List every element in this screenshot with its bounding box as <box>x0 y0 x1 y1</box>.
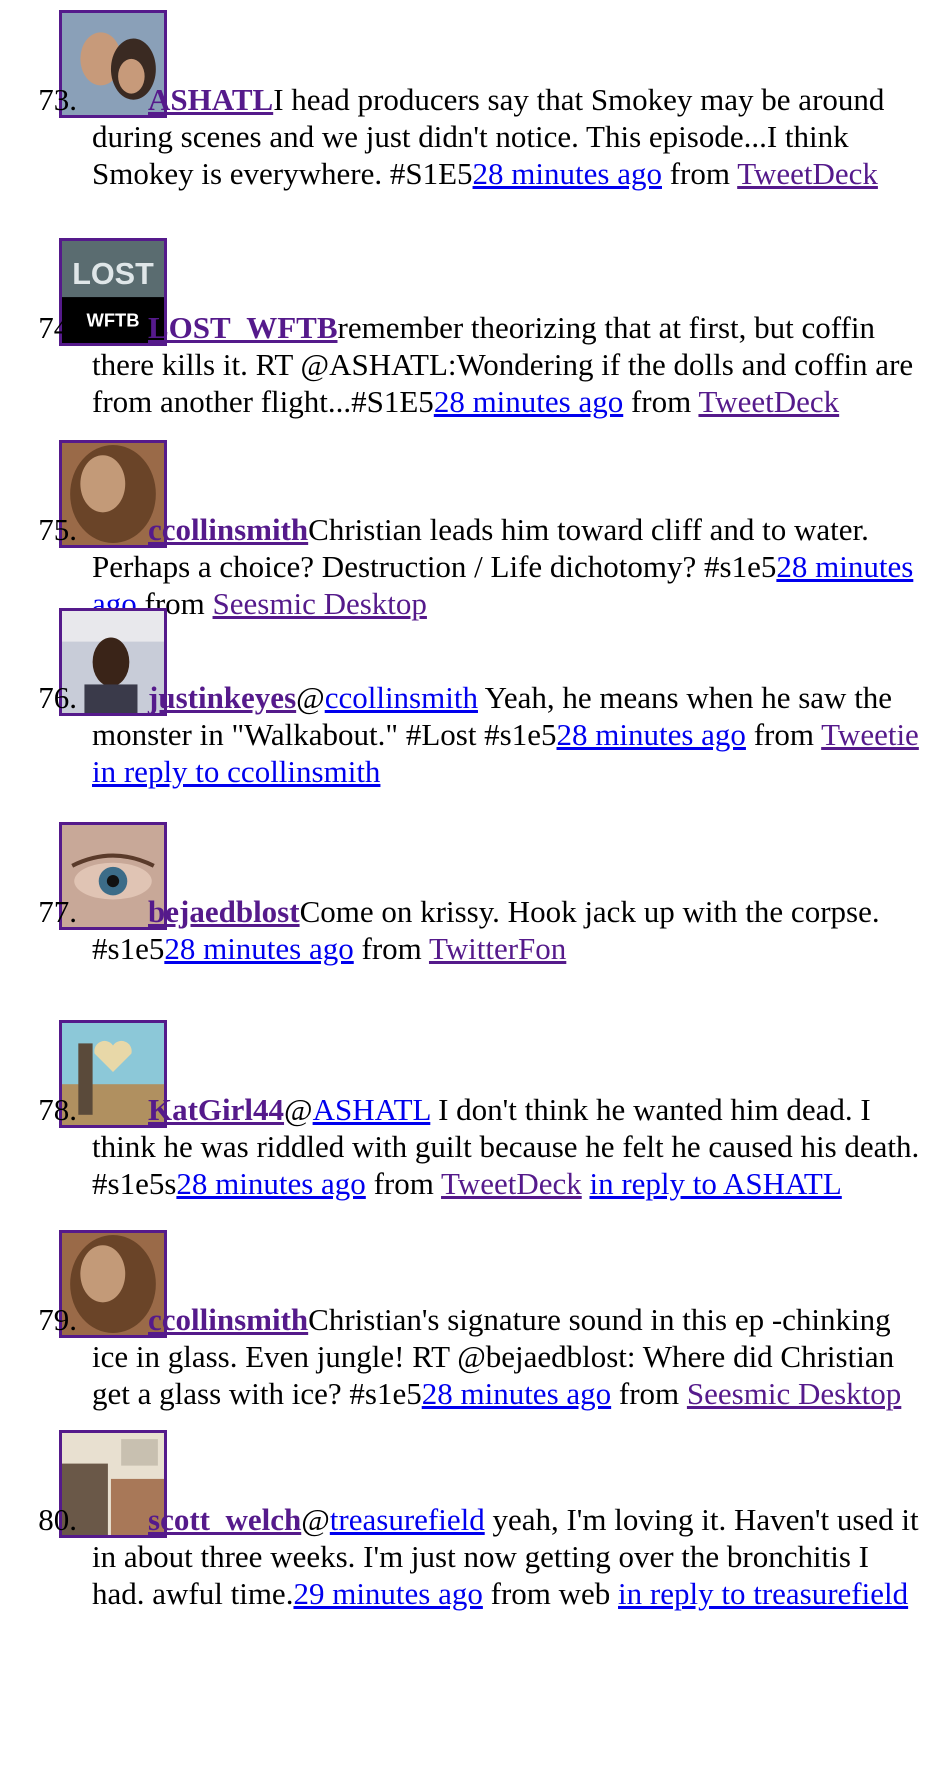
tweet-number: 75. <box>38 512 77 547</box>
username-link[interactable]: LOST_WFTB <box>148 310 338 345</box>
source-link[interactable]: TweetDeck <box>737 156 878 191</box>
username-link[interactable]: scott_welch <box>148 1502 301 1537</box>
username-link[interactable]: ccollinsmith <box>148 512 308 547</box>
source-link[interactable]: TwitterFon <box>429 931 566 966</box>
mention-link[interactable]: ASHATL <box>313 1092 431 1127</box>
username-link[interactable]: ASHATL <box>148 82 273 117</box>
tweet-number: 73. <box>38 82 77 117</box>
tweet-number: 79. <box>38 1302 77 1337</box>
tweet-number: 76. <box>38 680 77 715</box>
source-link[interactable]: Seesmic Desktop <box>687 1376 901 1411</box>
tweet-number: 74. <box>38 310 77 345</box>
source-prefix: from <box>630 384 692 419</box>
tweet-number: 80. <box>38 1502 77 1537</box>
timestamp-link[interactable]: 28 minutes ago <box>434 384 623 419</box>
tweet-body: scott_welch@treasurefield yeah, I'm lovi… <box>92 1501 922 1612</box>
username-link[interactable]: justinkeyes <box>148 680 296 715</box>
source-link[interactable]: TweetDeck <box>698 384 839 419</box>
mention-prefix: @ <box>284 1092 313 1127</box>
timestamp-link[interactable]: 28 minutes ago <box>176 1166 365 1201</box>
mention-prefix: @ <box>301 1502 330 1537</box>
in-reply-to-link[interactable]: in reply to ASHATL <box>589 1166 841 1201</box>
username-link[interactable]: bejaedblost <box>148 894 300 929</box>
tweet-body: bejaedblostCome on krissy. Hook jack up … <box>92 893 922 967</box>
source-prefix: from <box>373 1166 434 1201</box>
tweet-body: LOST_WFTBremember theorizing that at fir… <box>92 309 922 420</box>
mention-prefix: @ <box>296 680 325 715</box>
tweet-number: 78. <box>38 1092 77 1127</box>
tweet-body: ccollinsmithChristian leads him toward c… <box>92 511 922 622</box>
tweet-number: 77. <box>38 894 77 929</box>
timestamp-link[interactable]: 28 minutes ago <box>422 1376 611 1411</box>
timestamp-link[interactable]: 28 minutes ago <box>557 717 746 752</box>
in-reply-to-link[interactable]: in reply to ccollinsmith <box>92 754 380 789</box>
svg-text:LOST: LOST <box>72 257 154 291</box>
tweet-body: ASHATLI head producers say that Smokey m… <box>92 81 922 192</box>
source-prefix: from web <box>490 1576 611 1611</box>
tweet-body: ccollinsmithChristian's signature sound … <box>92 1301 922 1412</box>
tweet-body: justinkeyes@ccollinsmith Yeah, he means … <box>92 679 922 790</box>
username-link[interactable]: KatGirl44 <box>148 1092 284 1127</box>
source-link[interactable]: Tweetie <box>821 717 919 752</box>
source-prefix: from <box>669 156 730 191</box>
source-link[interactable]: Seesmic Desktop <box>213 586 427 621</box>
source-prefix: from <box>361 931 422 966</box>
timestamp-link[interactable]: 29 minutes ago <box>293 1576 482 1611</box>
source-prefix: from <box>618 1376 680 1411</box>
timestamp-link[interactable]: 28 minutes ago <box>164 931 353 966</box>
mention-link[interactable]: treasurefield <box>330 1502 485 1537</box>
username-link[interactable]: ccollinsmith <box>148 1302 308 1337</box>
timestamp-link[interactable]: 28 minutes ago <box>473 156 662 191</box>
source-link[interactable]: TweetDeck <box>441 1166 582 1201</box>
source-prefix: from <box>753 717 814 752</box>
mention-link[interactable]: ccollinsmith <box>325 680 478 715</box>
tweet-body: KatGirl44@ASHATL I don't think he wanted… <box>92 1091 922 1202</box>
in-reply-to-link[interactable]: in reply to treasurefield <box>618 1576 908 1611</box>
